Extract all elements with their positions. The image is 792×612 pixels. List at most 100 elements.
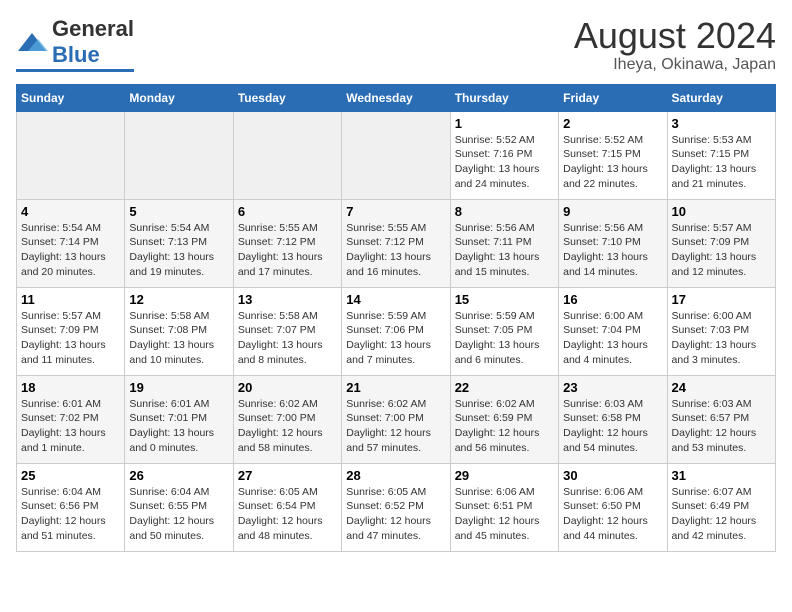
calendar-cell: 30 Sunrise: 6:06 AM Sunset: 6:50 PM Dayli… (559, 463, 667, 551)
day-info: Sunrise: 5:54 AM Sunset: 7:14 PM Dayligh… (21, 221, 120, 280)
calendar-subtitle: Iheya, Okinawa, Japan (574, 56, 776, 74)
calendar-cell: 24Sunrise: 6:03 AM Sunset: 6:57 PM Dayli… (667, 375, 775, 463)
weekday-header-monday: Monday (125, 84, 233, 111)
calendar-week-row: 1Sunrise: 5:52 AM Sunset: 7:16 PM Daylig… (17, 111, 776, 199)
day-number: 30 (563, 468, 662, 483)
day-number: 21 (346, 380, 445, 395)
calendar-cell: 11 Sunrise: 5:57 AM Sunset: 7:09 PM Dayli… (17, 287, 125, 375)
day-number: 5 (129, 204, 228, 219)
day-number: 15 (455, 292, 554, 307)
calendar-cell (233, 111, 341, 199)
calendar-cell (17, 111, 125, 199)
calendar-cell (125, 111, 233, 199)
day-number: 18 (21, 380, 120, 395)
day-info: Sunrise: 5:55 AM Sunset: 7:12 PM Dayligh… (238, 221, 337, 280)
day-number: 28 (346, 468, 445, 483)
day-info: Sunrise: 6:00 AM Sunset: 7:03 PM Dayligh… (672, 309, 771, 368)
day-info: Sunrise: 6:00 AM Sunset: 7:04 PM Dayligh… (563, 309, 662, 368)
calendar-week-row: 25 Sunrise: 6:04 AM Sunset: 6:56 PM Dayli… (17, 463, 776, 551)
day-info: Sunrise: 6:01 AM Sunset: 7:02 PM Dayligh… (21, 397, 120, 456)
weekday-header-friday: Friday (559, 84, 667, 111)
weekday-header-tuesday: Tuesday (233, 84, 341, 111)
calendar-cell: 18 Sunrise: 6:01 AM Sunset: 7:02 PM Dayli… (17, 375, 125, 463)
weekday-header-thursday: Thursday (450, 84, 558, 111)
calendar-cell: 15 Sunrise: 5:59 AM Sunset: 7:05 PM Dayli… (450, 287, 558, 375)
day-info: Sunrise: 5:56 AM Sunset: 7:10 PM Dayligh… (563, 221, 662, 280)
page-header: General Blue August 2024 Iheya, Okinawa,… (16, 16, 776, 74)
day-info: Sunrise: 5:52 AM Sunset: 7:15 PM Dayligh… (563, 133, 662, 192)
calendar-cell: 5 Sunrise: 5:54 AM Sunset: 7:13 PM Daylig… (125, 199, 233, 287)
calendar-cell: 14 Sunrise: 5:59 AM Sunset: 7:06 PM Dayli… (342, 287, 450, 375)
day-info: Sunrise: 5:58 AM Sunset: 7:07 PM Dayligh… (238, 309, 337, 368)
day-info: Sunrise: 6:07 AM Sunset: 6:49 PM Dayligh… (672, 485, 771, 544)
day-info: Sunrise: 6:04 AM Sunset: 6:55 PM Dayligh… (129, 485, 228, 544)
day-number: 7 (346, 204, 445, 219)
calendar-cell: 31 Sunrise: 6:07 AM Sunset: 6:49 PM Dayli… (667, 463, 775, 551)
day-number: 19 (129, 380, 228, 395)
day-info: Sunrise: 5:57 AM Sunset: 7:09 PM Dayligh… (672, 221, 771, 280)
day-info: Sunrise: 6:06 AM Sunset: 6:51 PM Dayligh… (455, 485, 554, 544)
calendar-table: SundayMondayTuesdayWednesdayThursdayFrid… (16, 84, 776, 552)
day-info: Sunrise: 5:59 AM Sunset: 7:05 PM Dayligh… (455, 309, 554, 368)
day-number: 26 (129, 468, 228, 483)
day-info: Sunrise: 6:04 AM Sunset: 6:56 PM Dayligh… (21, 485, 120, 544)
calendar-cell: 6 Sunrise: 5:55 AM Sunset: 7:12 PM Daylig… (233, 199, 341, 287)
day-info: Sunrise: 5:54 AM Sunset: 7:13 PM Dayligh… (129, 221, 228, 280)
calendar-cell: 22 Sunrise: 6:02 AM Sunset: 6:59 PM Dayli… (450, 375, 558, 463)
day-info: Sunrise: 6:02 AM Sunset: 6:59 PM Dayligh… (455, 397, 554, 456)
calendar-cell: 1Sunrise: 5:52 AM Sunset: 7:16 PM Daylig… (450, 111, 558, 199)
calendar-cell: 7Sunrise: 5:55 AM Sunset: 7:12 PM Daylig… (342, 199, 450, 287)
day-info: Sunrise: 6:03 AM Sunset: 6:58 PM Dayligh… (563, 397, 662, 456)
day-number: 31 (672, 468, 771, 483)
day-number: 16 (563, 292, 662, 307)
day-info: Sunrise: 5:59 AM Sunset: 7:06 PM Dayligh… (346, 309, 445, 368)
day-number: 23 (563, 380, 662, 395)
day-info: Sunrise: 5:58 AM Sunset: 7:08 PM Dayligh… (129, 309, 228, 368)
day-info: Sunrise: 5:57 AM Sunset: 7:09 PM Dayligh… (21, 309, 120, 368)
calendar-cell: 21 Sunrise: 6:02 AM Sunset: 7:00 PM Dayli… (342, 375, 450, 463)
calendar-title-block: August 2024 Iheya, Okinawa, Japan (574, 16, 776, 74)
day-info: Sunrise: 5:56 AM Sunset: 7:11 PM Dayligh… (455, 221, 554, 280)
calendar-cell: 25 Sunrise: 6:04 AM Sunset: 6:56 PM Dayli… (17, 463, 125, 551)
calendar-cell (342, 111, 450, 199)
day-number: 24 (672, 380, 771, 395)
day-number: 12 (129, 292, 228, 307)
calendar-cell: 9 Sunrise: 5:56 AM Sunset: 7:10 PM Daylig… (559, 199, 667, 287)
logo-text: General Blue (52, 16, 134, 68)
calendar-cell: 4 Sunrise: 5:54 AM Sunset: 7:14 PM Daylig… (17, 199, 125, 287)
day-number: 14 (346, 292, 445, 307)
calendar-cell: 27Sunrise: 6:05 AM Sunset: 6:54 PM Dayli… (233, 463, 341, 551)
calendar-cell: 23 Sunrise: 6:03 AM Sunset: 6:58 PM Dayli… (559, 375, 667, 463)
day-number: 25 (21, 468, 120, 483)
calendar-cell: 26 Sunrise: 6:04 AM Sunset: 6:55 PM Dayli… (125, 463, 233, 551)
calendar-cell: 28Sunrise: 6:05 AM Sunset: 6:52 PM Dayli… (342, 463, 450, 551)
calendar-cell: 13 Sunrise: 5:58 AM Sunset: 7:07 PM Dayli… (233, 287, 341, 375)
day-info: Sunrise: 6:06 AM Sunset: 6:50 PM Dayligh… (563, 485, 662, 544)
day-number: 9 (563, 204, 662, 219)
day-number: 13 (238, 292, 337, 307)
day-number: 27 (238, 468, 337, 483)
calendar-cell: 10 Sunrise: 5:57 AM Sunset: 7:09 PM Dayli… (667, 199, 775, 287)
calendar-cell: 8 Sunrise: 5:56 AM Sunset: 7:11 PM Daylig… (450, 199, 558, 287)
day-info: Sunrise: 6:02 AM Sunset: 7:00 PM Dayligh… (346, 397, 445, 456)
day-number: 22 (455, 380, 554, 395)
day-number: 29 (455, 468, 554, 483)
logo: General Blue (16, 16, 134, 72)
day-number: 8 (455, 204, 554, 219)
day-info: Sunrise: 6:02 AM Sunset: 7:00 PM Dayligh… (238, 397, 337, 456)
day-info: Sunrise: 6:01 AM Sunset: 7:01 PM Dayligh… (129, 397, 228, 456)
day-number: 3 (672, 116, 771, 131)
day-number: 11 (21, 292, 120, 307)
day-number: 17 (672, 292, 771, 307)
weekday-header-wednesday: Wednesday (342, 84, 450, 111)
day-number: 1 (455, 116, 554, 131)
calendar-cell: 16 Sunrise: 6:00 AM Sunset: 7:04 PM Dayli… (559, 287, 667, 375)
day-number: 2 (563, 116, 662, 131)
logo-icon (16, 31, 48, 53)
day-number: 20 (238, 380, 337, 395)
day-number: 4 (21, 204, 120, 219)
day-number: 6 (238, 204, 337, 219)
day-number: 10 (672, 204, 771, 219)
weekday-header-saturday: Saturday (667, 84, 775, 111)
day-info: Sunrise: 5:53 AM Sunset: 7:15 PM Dayligh… (672, 133, 771, 192)
